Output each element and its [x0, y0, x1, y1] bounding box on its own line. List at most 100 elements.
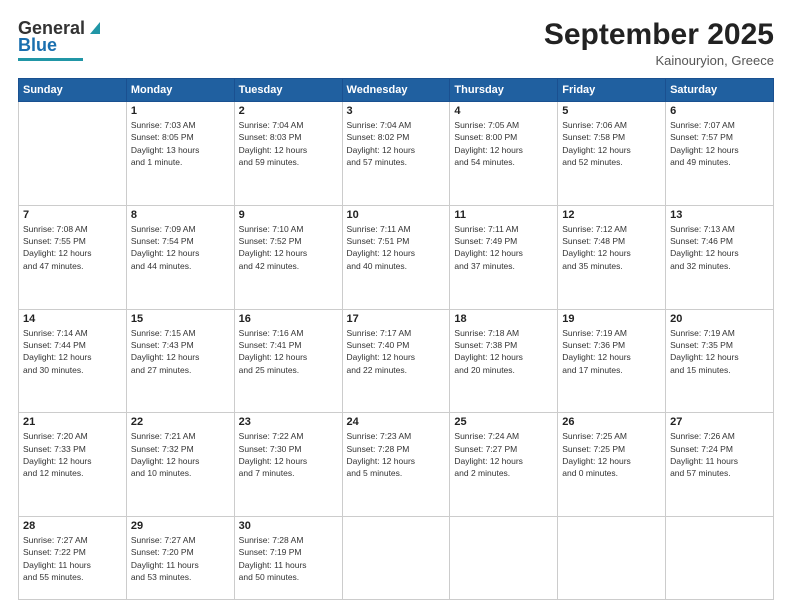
table-row: 22 Sunrise: 7:21 AM Sunset: 7:32 PM Dayli…: [126, 413, 234, 517]
col-tuesday: Tuesday: [234, 79, 342, 102]
logo-blue-text: Blue: [18, 35, 57, 56]
day-number: 26: [562, 416, 661, 428]
table-row: 17 Sunrise: 7:17 AM Sunset: 7:40 PM Dayli…: [342, 309, 450, 413]
day-number: 8: [131, 209, 230, 221]
day-info: Sunrise: 7:22 AM Sunset: 7:30 PM Dayligh…: [239, 430, 338, 479]
day-number: 17: [347, 313, 446, 325]
table-row: 8Sunrise: 7:09 AM Sunset: 7:54 PM Daylig…: [126, 205, 234, 309]
day-info: Sunrise: 7:27 AM Sunset: 7:20 PM Dayligh…: [131, 534, 230, 583]
day-number: 10: [347, 209, 446, 221]
header: General Blue September 2025 Kainouryion,…: [18, 18, 774, 68]
day-info: Sunrise: 7:25 AM Sunset: 7:25 PM Dayligh…: [562, 430, 661, 479]
table-row: 11Sunrise: 7:11 AM Sunset: 7:49 PM Dayli…: [450, 205, 558, 309]
header-row: Sunday Monday Tuesday Wednesday Thursday…: [19, 79, 774, 102]
day-info: Sunrise: 7:08 AM Sunset: 7:55 PM Dayligh…: [23, 223, 122, 272]
day-number: 9: [239, 209, 338, 221]
day-info: Sunrise: 7:15 AM Sunset: 7:43 PM Dayligh…: [131, 327, 230, 376]
table-row: [450, 517, 558, 600]
page: General Blue September 2025 Kainouryion,…: [0, 0, 792, 612]
day-number: 18: [454, 313, 553, 325]
day-info: Sunrise: 7:11 AM Sunset: 7:51 PM Dayligh…: [347, 223, 446, 272]
calendar-table: Sunday Monday Tuesday Wednesday Thursday…: [18, 78, 774, 600]
table-row: 26 Sunrise: 7:25 AM Sunset: 7:25 PM Dayli…: [558, 413, 666, 517]
table-row: 16 Sunrise: 7:16 AM Sunset: 7:41 PM Dayli…: [234, 309, 342, 413]
table-row: 2 Sunrise: 7:04 AM Sunset: 8:03 PM Daylig…: [234, 102, 342, 206]
col-friday: Friday: [558, 79, 666, 102]
logo-triangle-icon: [86, 18, 104, 36]
day-info: Sunrise: 7:26 AM Sunset: 7:24 PM Dayligh…: [670, 430, 769, 479]
day-info: Sunrise: 7:18 AM Sunset: 7:38 PM Dayligh…: [454, 327, 553, 376]
table-row: [19, 102, 127, 206]
calendar-header: Sunday Monday Tuesday Wednesday Thursday…: [19, 79, 774, 102]
day-number: 23: [239, 416, 338, 428]
day-number: 2: [239, 105, 338, 117]
day-number: 29: [131, 520, 230, 532]
day-number: 25: [454, 416, 553, 428]
day-info: Sunrise: 7:03 AM Sunset: 8:05 PM Dayligh…: [131, 119, 230, 168]
table-row: 7 Sunrise: 7:08 AM Sunset: 7:55 PM Daylig…: [19, 205, 127, 309]
day-number: 13: [670, 209, 769, 221]
table-row: 12Sunrise: 7:12 AM Sunset: 7:48 PM Dayli…: [558, 205, 666, 309]
table-row: 3Sunrise: 7:04 AM Sunset: 8:02 PM Daylig…: [342, 102, 450, 206]
day-number: 20: [670, 313, 769, 325]
day-number: 21: [23, 416, 122, 428]
table-row: 18 Sunrise: 7:18 AM Sunset: 7:38 PM Dayli…: [450, 309, 558, 413]
day-info: Sunrise: 7:23 AM Sunset: 7:28 PM Dayligh…: [347, 430, 446, 479]
table-row: 30 Sunrise: 7:28 AM Sunset: 7:19 PM Dayli…: [234, 517, 342, 600]
table-row: [342, 517, 450, 600]
day-info: Sunrise: 7:24 AM Sunset: 7:27 PM Dayligh…: [454, 430, 553, 479]
logo-underline: [18, 58, 83, 61]
day-number: 4: [454, 105, 553, 117]
day-info: Sunrise: 7:28 AM Sunset: 7:19 PM Dayligh…: [239, 534, 338, 583]
table-row: 23 Sunrise: 7:22 AM Sunset: 7:30 PM Dayli…: [234, 413, 342, 517]
table-row: 20Sunrise: 7:19 AM Sunset: 7:35 PM Dayli…: [666, 309, 774, 413]
day-number: 3: [347, 105, 446, 117]
day-number: 16: [239, 313, 338, 325]
day-info: Sunrise: 7:21 AM Sunset: 7:32 PM Dayligh…: [131, 430, 230, 479]
table-row: [558, 517, 666, 600]
day-number: 15: [131, 313, 230, 325]
calendar-body: 1 Sunrise: 7:03 AM Sunset: 8:05 PM Daylig…: [19, 102, 774, 600]
day-number: 14: [23, 313, 122, 325]
day-info: Sunrise: 7:17 AM Sunset: 7:40 PM Dayligh…: [347, 327, 446, 376]
table-row: 15 Sunrise: 7:15 AM Sunset: 7:43 PM Dayli…: [126, 309, 234, 413]
calendar-week-row: 21 Sunrise: 7:20 AM Sunset: 7:33 PM Dayli…: [19, 413, 774, 517]
day-info: Sunrise: 7:13 AM Sunset: 7:46 PM Dayligh…: [670, 223, 769, 272]
table-row: 9 Sunrise: 7:10 AM Sunset: 7:52 PM Daylig…: [234, 205, 342, 309]
calendar-week-row: 28Sunrise: 7:27 AM Sunset: 7:22 PM Dayli…: [19, 517, 774, 600]
day-info: Sunrise: 7:19 AM Sunset: 7:36 PM Dayligh…: [562, 327, 661, 376]
day-info: Sunrise: 7:20 AM Sunset: 7:33 PM Dayligh…: [23, 430, 122, 479]
col-saturday: Saturday: [666, 79, 774, 102]
table-row: 10 Sunrise: 7:11 AM Sunset: 7:51 PM Dayli…: [342, 205, 450, 309]
day-number: 6: [670, 105, 769, 117]
day-number: 28: [23, 520, 122, 532]
day-info: Sunrise: 7:10 AM Sunset: 7:52 PM Dayligh…: [239, 223, 338, 272]
table-row: 5 Sunrise: 7:06 AM Sunset: 7:58 PM Daylig…: [558, 102, 666, 206]
day-number: 1: [131, 105, 230, 117]
col-sunday: Sunday: [19, 79, 127, 102]
table-row: 1 Sunrise: 7:03 AM Sunset: 8:05 PM Daylig…: [126, 102, 234, 206]
table-row: 13 Sunrise: 7:13 AM Sunset: 7:46 PM Dayli…: [666, 205, 774, 309]
table-row: 14Sunrise: 7:14 AM Sunset: 7:44 PM Dayli…: [19, 309, 127, 413]
day-info: Sunrise: 7:12 AM Sunset: 7:48 PM Dayligh…: [562, 223, 661, 272]
day-number: 22: [131, 416, 230, 428]
table-row: 19 Sunrise: 7:19 AM Sunset: 7:36 PM Dayli…: [558, 309, 666, 413]
day-info: Sunrise: 7:16 AM Sunset: 7:41 PM Dayligh…: [239, 327, 338, 376]
table-row: 25 Sunrise: 7:24 AM Sunset: 7:27 PM Dayli…: [450, 413, 558, 517]
title-block: September 2025 Kainouryion, Greece: [544, 18, 774, 68]
col-thursday: Thursday: [450, 79, 558, 102]
day-info: Sunrise: 7:05 AM Sunset: 8:00 PM Dayligh…: [454, 119, 553, 168]
table-row: 27Sunrise: 7:26 AM Sunset: 7:24 PM Dayli…: [666, 413, 774, 517]
day-info: Sunrise: 7:11 AM Sunset: 7:49 PM Dayligh…: [454, 223, 553, 272]
day-info: Sunrise: 7:06 AM Sunset: 7:58 PM Dayligh…: [562, 119, 661, 168]
day-info: Sunrise: 7:07 AM Sunset: 7:57 PM Dayligh…: [670, 119, 769, 168]
table-row: 24Sunrise: 7:23 AM Sunset: 7:28 PM Dayli…: [342, 413, 450, 517]
day-number: 30: [239, 520, 338, 532]
day-number: 19: [562, 313, 661, 325]
table-row: [666, 517, 774, 600]
col-wednesday: Wednesday: [342, 79, 450, 102]
day-number: 7: [23, 209, 122, 221]
day-info: Sunrise: 7:04 AM Sunset: 8:03 PM Dayligh…: [239, 119, 338, 168]
day-number: 5: [562, 105, 661, 117]
col-monday: Monday: [126, 79, 234, 102]
